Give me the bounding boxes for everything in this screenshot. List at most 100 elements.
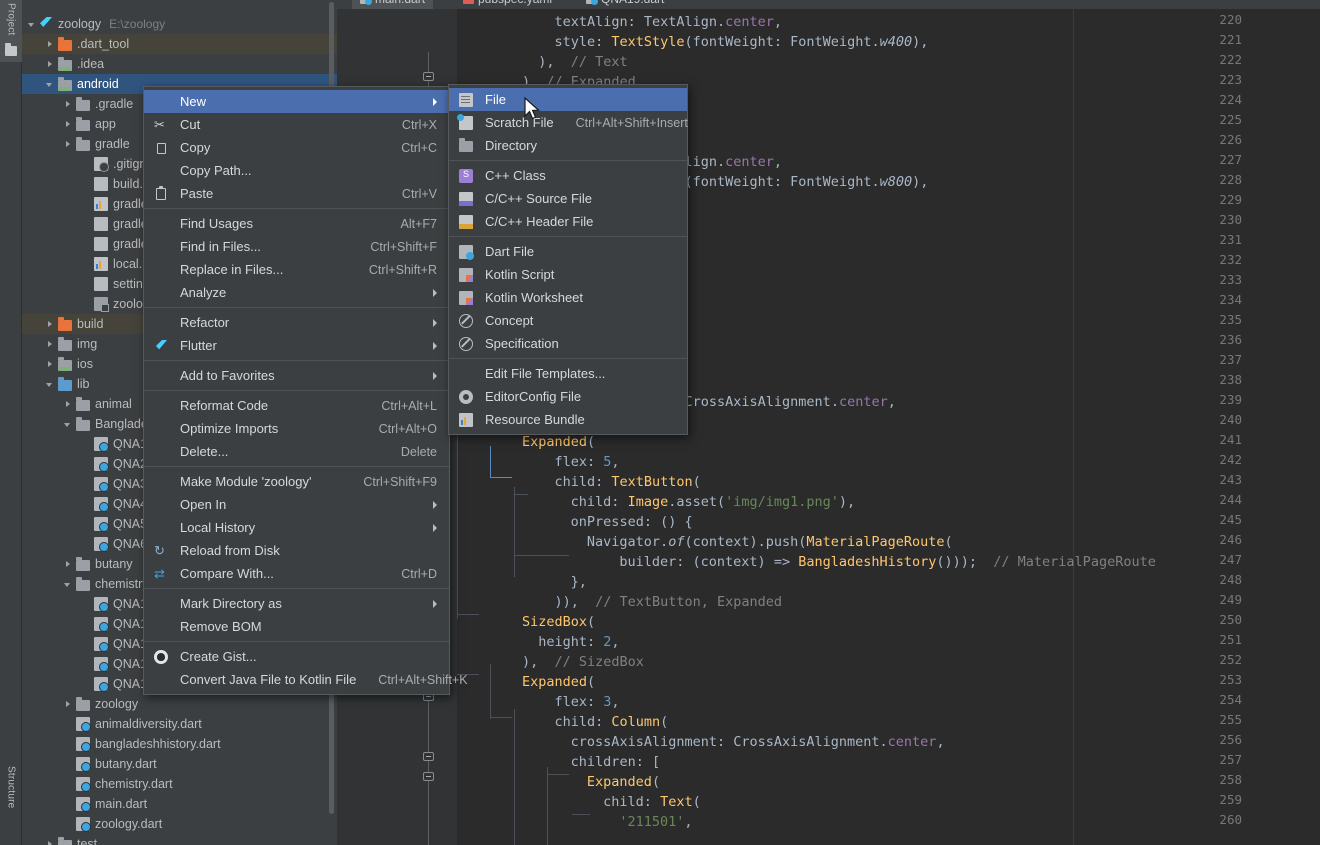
tool-tab-structure[interactable]: Structure xyxy=(0,763,22,841)
tree-row-zoology-dart[interactable]: zoology.dart xyxy=(22,814,337,834)
menu-item-find-in-files[interactable]: Find in Files...Ctrl+Shift+F xyxy=(144,235,449,258)
code-token: , xyxy=(888,394,896,410)
code-token: ( xyxy=(660,714,668,730)
chevron-right-icon[interactable] xyxy=(46,40,55,49)
menu-item-scratch-file[interactable]: Scratch FileCtrl+Alt+Shift+Insert xyxy=(449,111,687,134)
menu-item-c-c++-header-file[interactable]: C/C++ Header File xyxy=(449,210,687,233)
menu-item-compare-with[interactable]: ⇄Compare With...Ctrl+D xyxy=(144,562,449,585)
menu-item-specification[interactable]: Specification xyxy=(449,332,687,355)
chevron-right-icon[interactable] xyxy=(46,60,55,69)
fold-toggle-icon[interactable] xyxy=(423,772,434,781)
chevron-right-icon[interactable] xyxy=(46,360,55,369)
menu-item-flutter[interactable]: Flutter xyxy=(144,334,449,357)
dart-file-icon xyxy=(76,737,90,751)
code-token: // TextButton, Expanded xyxy=(595,594,782,610)
code-token: center xyxy=(839,394,888,410)
menu-item-local-history[interactable]: Local History xyxy=(144,516,449,539)
code-token: textAlign: xyxy=(554,14,643,30)
menu-item-replace-in-files[interactable]: Replace in Files...Ctrl+Shift+R xyxy=(144,258,449,281)
menu-item-refactor[interactable]: Refactor xyxy=(144,311,449,334)
editor-tab-main-dart[interactable]: main.dart xyxy=(352,0,433,9)
menu-item-open-in[interactable]: Open In xyxy=(144,493,449,516)
menu-item-directory[interactable]: Directory xyxy=(449,134,687,157)
editor-tab-QNA19-dart[interactable]: QNA19.dart xyxy=(578,0,672,9)
menu-item-copy-path[interactable]: Copy Path... xyxy=(144,159,449,182)
folder-icon xyxy=(76,120,90,131)
chevron-down-icon[interactable] xyxy=(64,420,73,429)
tree-row--idea[interactable]: .idea xyxy=(22,54,337,74)
menu-item-new[interactable]: New xyxy=(144,90,449,113)
chevron-down-icon[interactable] xyxy=(46,380,55,389)
tree-row--dart-tool[interactable]: .dart_tool xyxy=(22,34,337,54)
menu-item-shortcut: Ctrl+Alt+L xyxy=(381,399,437,413)
chevron-down-icon[interactable] xyxy=(46,80,55,89)
code-token: Expanded xyxy=(522,434,587,450)
menu-item-optimize-imports[interactable]: Optimize ImportsCtrl+Alt+O xyxy=(144,417,449,440)
context-menu[interactable]: New✂CutCtrl+XCopyCtrl+C Copy Path... Paste… xyxy=(143,86,450,695)
chevron-right-icon[interactable] xyxy=(64,400,73,409)
menu-item-kotlin-script[interactable]: Kotlin Script xyxy=(449,263,687,286)
menu-item-reload-from-disk[interactable]: ↻Reload from Disk xyxy=(144,539,449,562)
menu-item-mark-directory-as[interactable]: Mark Directory as xyxy=(144,592,449,615)
menu-item-c++-class[interactable]: C++ Class xyxy=(449,164,687,187)
kotlin-script-icon xyxy=(459,268,473,282)
tree-row-bangladeshhistory-dart[interactable]: bangladeshhistory.dart xyxy=(22,734,337,754)
fold-toggle-icon[interactable] xyxy=(423,72,434,81)
chevron-right-icon[interactable] xyxy=(46,320,55,329)
menu-item-make-module-zoology[interactable]: Make Module 'zoology'Ctrl+Shift+F9 xyxy=(144,470,449,493)
tree-row-zoology[interactable]: zoology xyxy=(22,694,337,714)
new-submenu[interactable]: FileScratch FileCtrl+Alt+Shift+InsertDir… xyxy=(448,84,688,435)
tree-row-zoology[interactable]: zoologyE:\zoology xyxy=(22,14,337,34)
code-token: '211501' xyxy=(619,814,684,830)
tree-row-label: butany xyxy=(95,557,133,571)
code-token: (fontWeight: xyxy=(685,174,791,190)
chevron-right-icon[interactable] xyxy=(46,340,55,349)
menu-item-file[interactable]: File xyxy=(449,88,687,111)
menu-item-copy[interactable]: CopyCtrl+C xyxy=(144,136,449,159)
menu-item-find-usages[interactable]: Find UsagesAlt+F7 xyxy=(144,212,449,235)
menu-item-resource-bundle[interactable]: Resource Bundle xyxy=(449,408,687,431)
cpp-header-icon xyxy=(459,215,473,229)
chevron-right-icon[interactable] xyxy=(64,700,73,709)
tree-row-main-dart[interactable]: main.dart xyxy=(22,794,337,814)
editor-tab-pubspec-yaml[interactable]: pubspec.yaml xyxy=(455,0,560,9)
menu-item-paste[interactable]: PasteCtrl+V xyxy=(144,182,449,205)
fold-toggle-icon[interactable] xyxy=(423,752,434,761)
tree-row-butany-dart[interactable]: butany.dart xyxy=(22,754,337,774)
menu-item-cut[interactable]: ✂CutCtrl+X xyxy=(144,113,449,136)
code-line: onPressed: () { xyxy=(571,512,693,532)
menu-item-concept[interactable]: Concept xyxy=(449,309,687,332)
copy-icon-glyph xyxy=(157,143,166,154)
editorconfig-icon xyxy=(459,390,473,404)
chevron-down-icon[interactable] xyxy=(64,580,73,589)
menu-item-add-to-favorites[interactable]: Add to Favorites xyxy=(144,364,449,387)
chevron-right-icon[interactable] xyxy=(64,100,73,109)
menu-item-analyze[interactable]: Analyze xyxy=(144,281,449,304)
menu-item-label: Copy Path... xyxy=(180,163,437,178)
tree-row-test[interactable]: test xyxy=(22,834,337,845)
chevron-down-icon[interactable] xyxy=(28,20,37,29)
menu-item-convert-java-file-to-kotlin-file[interactable]: Convert Java File to Kotlin FileCtrl+Alt… xyxy=(144,668,449,691)
chevron-right-icon[interactable] xyxy=(64,140,73,149)
menu-item-remove-bom[interactable]: Remove BOM xyxy=(144,615,449,638)
tree-row-animaldiversity-dart[interactable]: animaldiversity.dart xyxy=(22,714,337,734)
tree-arrow-spacer xyxy=(82,240,91,249)
menu-item-reformat-code[interactable]: Reformat CodeCtrl+Alt+L xyxy=(144,394,449,417)
chevron-right-icon[interactable] xyxy=(64,120,73,129)
menu-item-editorconfig-file[interactable]: EditorConfig File xyxy=(449,385,687,408)
menu-item-kotlin-worksheet[interactable]: Kotlin Worksheet xyxy=(449,286,687,309)
menu-item-delete[interactable]: Delete...Delete xyxy=(144,440,449,463)
tree-row-chemistry-dart[interactable]: chemistry.dart xyxy=(22,774,337,794)
indent-guide xyxy=(490,664,491,719)
menu-item-dart-file[interactable]: Dart File xyxy=(449,240,687,263)
code-line: Expanded( xyxy=(522,432,595,452)
chevron-right-icon[interactable] xyxy=(64,560,73,569)
menu-item-c-c++-source-file[interactable]: C/C++ Source File xyxy=(449,187,687,210)
menu-item-shortcut: Ctrl+C xyxy=(401,141,437,155)
menu-item-shortcut: Ctrl+Shift+F9 xyxy=(363,475,437,489)
menu-item-create-gist[interactable]: Create Gist... xyxy=(144,645,449,668)
menu-item-edit-file-templates[interactable]: Edit File Templates... xyxy=(449,362,687,385)
folder-orange-icon xyxy=(58,320,72,331)
chevron-right-icon[interactable] xyxy=(46,840,55,845)
tree-arrow-spacer xyxy=(82,220,91,229)
